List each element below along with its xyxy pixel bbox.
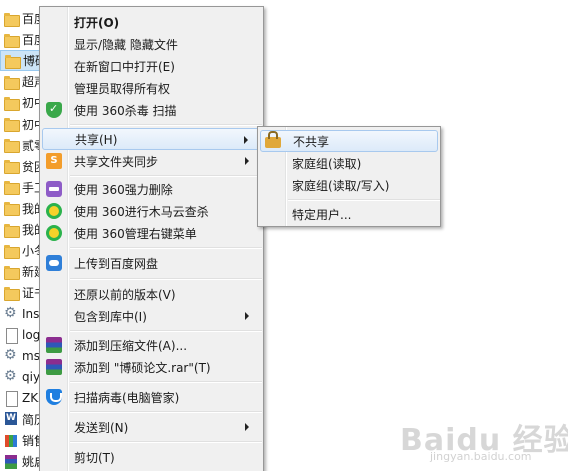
menu-item-open[interactable]: 打开(O) bbox=[42, 11, 261, 33]
menu-item-label: 家庭组(读取) bbox=[292, 156, 362, 171]
submenu-item-no-share[interactable]: 不共享 bbox=[260, 130, 438, 152]
menu-item-force-delete[interactable]: 使用 360强力删除 bbox=[42, 178, 261, 200]
360-icon bbox=[46, 203, 62, 219]
menu-item-show-hide[interactable]: 显示/隐藏 隐藏文件 bbox=[42, 33, 261, 55]
menu-separator bbox=[70, 247, 262, 249]
folder-icon bbox=[3, 285, 20, 301]
folder-icon bbox=[3, 137, 20, 154]
menu-item-label: 上传到百度网盘 bbox=[74, 256, 159, 271]
menu-item-label: 剪切(T) bbox=[74, 450, 115, 465]
gear-icon bbox=[3, 347, 19, 364]
submenu-arrow-icon bbox=[245, 423, 249, 431]
menu-item-trojan-scan[interactable]: 使用 360进行木马云查杀 bbox=[42, 200, 261, 222]
menu-separator bbox=[70, 381, 262, 383]
menu-item-label: 添加到 "博硕论文.rar"(T) bbox=[74, 360, 211, 375]
menu-item-restore-previous[interactable]: 还原以前的版本(V) bbox=[42, 283, 261, 305]
submenu-arrow-icon bbox=[245, 312, 249, 320]
menu-separator bbox=[70, 124, 262, 126]
file-name: ms bbox=[22, 349, 40, 364]
menu-item-label: 包含到库中(I) bbox=[74, 309, 147, 324]
spreadsheet-icon bbox=[3, 433, 19, 449]
folder-icon bbox=[3, 11, 20, 27]
folder-icon bbox=[3, 222, 20, 238]
menu-item-take-ownership[interactable]: 管理员取得所有权 bbox=[42, 77, 261, 99]
sync-s-icon bbox=[46, 153, 62, 169]
menu-item-send-to[interactable]: 发送到(N) bbox=[42, 416, 261, 438]
submenu-arrow-icon bbox=[245, 157, 249, 165]
folder-icon bbox=[4, 53, 21, 69]
menu-item-label: 还原以前的版本(V) bbox=[74, 287, 176, 302]
menu-item-open-new-window[interactable]: 在新窗口中打开(E) bbox=[42, 55, 261, 77]
folder-icon bbox=[3, 200, 20, 217]
lock-icon bbox=[265, 131, 281, 148]
file-name: qiy bbox=[22, 370, 41, 385]
menu-item-label: 添加到压缩文件(A)... bbox=[74, 338, 188, 353]
watermark-url: jingyan.baidu.com bbox=[430, 450, 532, 463]
submenu-arrow-icon bbox=[244, 136, 248, 144]
folder-icon bbox=[3, 95, 20, 111]
menu-item-scan-virus[interactable]: 扫描病毒(电脑管家) bbox=[42, 386, 261, 408]
shield-icon bbox=[46, 102, 62, 118]
menu-item-label: 家庭组(读取/写入) bbox=[292, 178, 390, 193]
shredder-icon bbox=[46, 181, 62, 197]
menu-item-label: 显示/隐藏 隐藏文件 bbox=[74, 37, 178, 52]
gear-icon bbox=[3, 305, 19, 322]
menu-separator bbox=[70, 330, 262, 332]
menu-separator bbox=[70, 411, 262, 413]
file-name: log bbox=[22, 328, 41, 342]
folder-icon bbox=[3, 74, 20, 90]
winrar-icon bbox=[46, 337, 62, 353]
menu-item-label: 使用 360杀毒 扫描 bbox=[74, 103, 177, 118]
menu-item-share[interactable]: 共享(H) bbox=[42, 128, 261, 150]
menu-item-label: 共享文件夹同步 bbox=[74, 154, 159, 169]
folder-icon bbox=[3, 264, 20, 280]
menu-item-label: 在新窗口中打开(E) bbox=[74, 59, 175, 74]
menu-item-label: 发送到(N) bbox=[74, 420, 129, 435]
menu-item-label: 扫描病毒(电脑管家) bbox=[74, 390, 180, 405]
file-name: Ins bbox=[22, 306, 40, 321]
menu-separator bbox=[70, 441, 262, 443]
context-menu: 打开(O) 显示/隐藏 隐藏文件 在新窗口中打开(E) 管理员取得所有权 使用 … bbox=[39, 6, 264, 471]
menu-separator bbox=[288, 199, 440, 201]
menu-item-label: 不共享 bbox=[293, 134, 330, 149]
folder-icon bbox=[3, 116, 20, 132]
menu-item-cut[interactable]: 剪切(T) bbox=[42, 446, 261, 468]
winrar-icon bbox=[46, 359, 62, 375]
menu-item-label: 使用 360进行木马云查杀 bbox=[74, 204, 209, 219]
document-icon bbox=[3, 327, 19, 344]
document-icon bbox=[3, 390, 19, 408]
menu-item-label: 使用 360强力删除 bbox=[74, 182, 173, 197]
submenu-item-homegroup-readwrite[interactable]: 家庭组(读取/写入) bbox=[260, 174, 438, 196]
menu-item-label: 管理员取得所有权 bbox=[74, 81, 171, 96]
folder-icon bbox=[3, 32, 20, 48]
menu-item-label: 特定用户... bbox=[292, 207, 352, 222]
folder-icon bbox=[3, 158, 20, 175]
menu-item-scan-360[interactable]: 使用 360杀毒 扫描 bbox=[42, 99, 261, 121]
menu-item-include-library[interactable]: 包含到库中(I) bbox=[42, 305, 261, 327]
rar-icon bbox=[3, 454, 19, 470]
menu-item-label: 共享(H) bbox=[75, 132, 118, 147]
word-icon bbox=[3, 411, 19, 427]
guard-shield-icon bbox=[46, 389, 62, 405]
menu-item-add-archive[interactable]: 添加到压缩文件(A)... bbox=[42, 334, 261, 356]
cloud-icon bbox=[46, 255, 62, 271]
360-icon bbox=[46, 225, 62, 241]
submenu-item-homegroup-read[interactable]: 家庭组(读取) bbox=[260, 152, 438, 174]
share-submenu: 不共享 家庭组(读取) 家庭组(读取/写入) 特定用户... bbox=[257, 126, 441, 227]
menu-item-label: 使用 360管理右键菜单 bbox=[74, 226, 197, 241]
submenu-item-specific-users[interactable]: 特定用户... bbox=[260, 203, 438, 225]
folder-icon bbox=[3, 243, 20, 259]
menu-separator bbox=[70, 175, 262, 177]
gear-icon bbox=[3, 368, 19, 385]
menu-item-manage-menu[interactable]: 使用 360管理右键菜单 bbox=[42, 222, 261, 244]
menu-item-sync-share[interactable]: 共享文件夹同步 bbox=[42, 150, 261, 172]
folder-icon bbox=[3, 179, 20, 196]
menu-item-add-rar[interactable]: 添加到 "博硕论文.rar"(T) bbox=[42, 356, 261, 378]
menu-item-upload-baidu[interactable]: 上传到百度网盘 bbox=[42, 252, 261, 274]
menu-item-label: 打开(O) bbox=[74, 15, 120, 30]
menu-separator bbox=[70, 278, 262, 280]
